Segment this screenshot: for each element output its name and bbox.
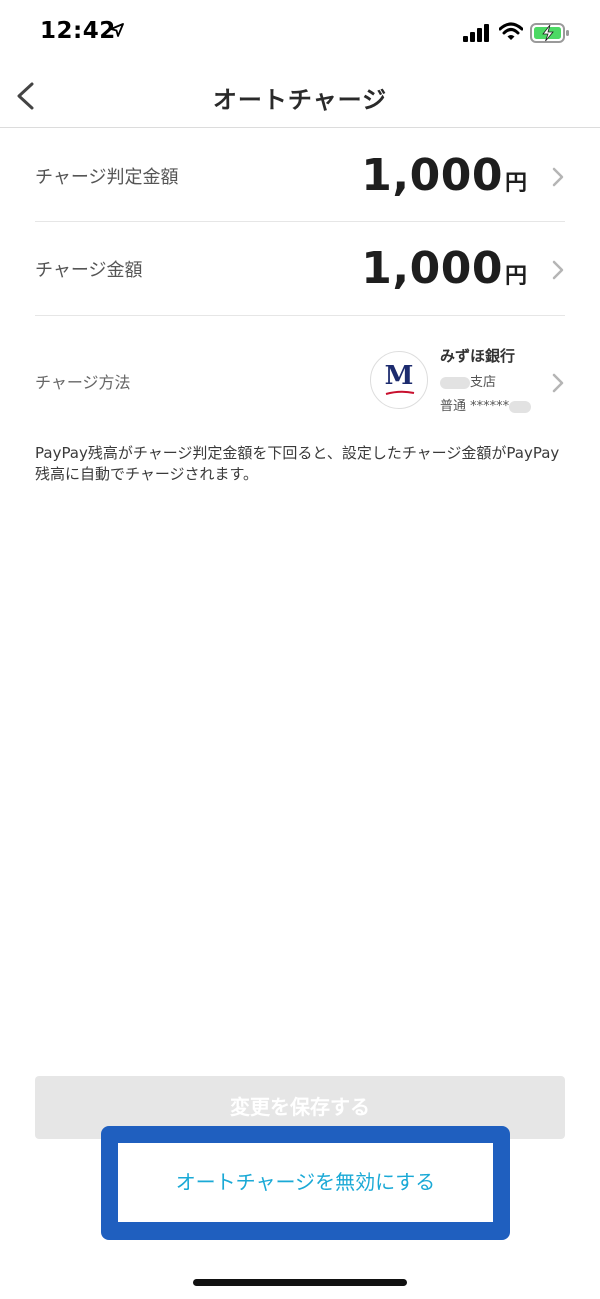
battery-charging-icon <box>530 23 569 43</box>
auto-charge-description: PayPay残高がチャージ判定金額を下回ると、設定したチャージ金額がPayPay… <box>35 444 560 483</box>
charge-threshold-amount: 1,000円 <box>361 150 527 201</box>
disable-auto-charge-button[interactable]: オートチャージを無効にする <box>118 1143 493 1222</box>
account-number-masked: ****** <box>470 399 510 414</box>
amount-unit: 円 <box>504 171 527 196</box>
account-info: 普通 ****** <box>440 395 532 414</box>
bank-logo-letter: M <box>384 361 414 391</box>
cellular-signal-icon <box>463 24 489 42</box>
bank-name: みずほ銀行 <box>440 347 516 365</box>
wifi-icon <box>499 22 523 40</box>
charge-method-row[interactable]: チャージ方法 M みずほ銀行 支店 普通 ****** <box>35 317 565 437</box>
bank-logo: M <box>370 351 428 409</box>
charge-threshold-label: チャージ判定金額 <box>35 167 179 188</box>
branch-info: 支店 <box>440 371 496 390</box>
amount-value: 1,000 <box>361 150 503 201</box>
charge-amount-label: チャージ金額 <box>35 260 143 281</box>
chevron-right-icon <box>552 167 564 187</box>
branch-suffix: 支店 <box>470 375 497 390</box>
redacted-account <box>509 400 532 413</box>
amount-value: 1,000 <box>361 243 503 294</box>
charge-amount-value: 1,000円 <box>361 243 527 294</box>
charge-method-label: チャージ方法 <box>35 373 131 392</box>
location-arrow-icon <box>110 23 124 37</box>
charge-amount-row[interactable]: チャージ金額 1,000円 <box>35 223 565 316</box>
charge-threshold-row[interactable]: チャージ判定金額 1,000円 <box>35 130 565 222</box>
status-time: 12:42 <box>40 18 116 44</box>
account-type: 普通 <box>440 399 467 414</box>
status-bar: 12:42 <box>0 0 600 66</box>
chevron-right-icon <box>552 373 564 393</box>
home-indicator <box>193 1279 407 1286</box>
navigation-bar: オートチャージ <box>0 66 600 128</box>
chevron-right-icon <box>552 260 564 280</box>
amount-unit: 円 <box>504 264 527 289</box>
redacted-branch <box>440 376 470 389</box>
bank-logo-swoosh-icon <box>385 390 415 395</box>
page-title: オートチャージ <box>212 86 388 114</box>
